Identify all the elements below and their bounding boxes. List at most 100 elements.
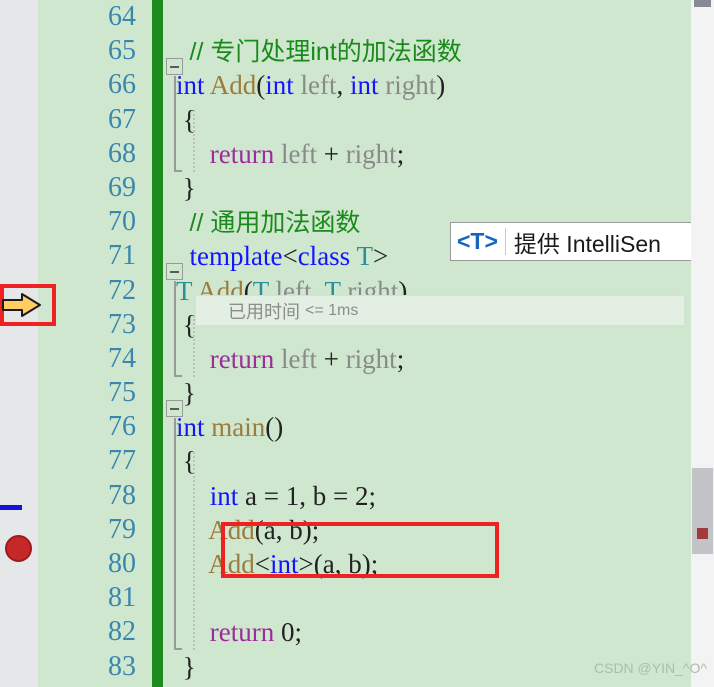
breakpoint-icon[interactable] (5, 535, 32, 562)
code-token: int (350, 70, 379, 101)
code-token: return (209, 138, 275, 169)
code-token: + (316, 343, 346, 374)
code-token: ; (396, 138, 405, 169)
code-token: int (176, 412, 205, 443)
code-token: int (265, 70, 294, 101)
code-line[interactable]: int Add(int left, int right) (176, 68, 696, 102)
vertical-scrollbar[interactable] (691, 0, 714, 687)
code-token: ; (396, 343, 405, 374)
watermark-text: CSDN @YIN_^O^ (594, 660, 707, 676)
line-number: 83 (108, 650, 136, 682)
code-token: right (345, 138, 397, 169)
intellisense-tooltip: <T> 提供 IntelliSen (450, 222, 714, 261)
line-number: 68 (108, 137, 136, 169)
line-number: 65 (108, 35, 136, 67)
code-line[interactable]: return 0; (176, 615, 696, 649)
code-token: } (176, 651, 196, 682)
code-token: left (280, 343, 317, 374)
code-token: // 通用加法函数 (189, 209, 361, 238)
line-number: 67 (108, 103, 136, 135)
code-token: > (372, 241, 389, 272)
code-token: right (345, 343, 397, 374)
code-line[interactable]: } (176, 171, 696, 205)
elapsed-time-hint: 已用时间 <= 1ms (196, 295, 684, 326)
line-number: 80 (108, 548, 136, 579)
code-token: return (209, 343, 275, 374)
code-token: ( (256, 70, 266, 101)
code-token: a = 1, b = 2; (238, 480, 376, 511)
code-token: template (189, 241, 283, 272)
code-token: < (282, 241, 298, 272)
code-token: ) (436, 70, 446, 101)
code-token: () (265, 412, 284, 443)
code-token: , (336, 70, 351, 101)
line-number: 79 (108, 513, 136, 545)
code-token: Add (209, 70, 257, 101)
line-number: 69 (108, 171, 136, 203)
code-token: right (385, 70, 437, 101)
line-number: 64 (108, 1, 136, 32)
code-token: int (209, 480, 239, 511)
code-token: T (356, 241, 373, 272)
code-token: } (176, 378, 196, 409)
code-line[interactable]: return left + right; (176, 342, 696, 376)
tooltip-type-parameter: <T> (457, 228, 506, 255)
code-line[interactable]: { (176, 444, 696, 478)
line-number: 75 (108, 377, 136, 409)
line-number-column: 64 65 66 67 68 69 70 71 72 73 74 75 76 77 78 79 80 81 82 83 (38, 0, 148, 687)
code-text-area[interactable]: // 专门处理int的加法函数 int Add(int left, int rig… (176, 0, 696, 687)
vs-code-editor-screenshot: 64 65 66 67 68 69 70 71 72 73 74 75 76 77 78 79 80 81 82 83… (0, 0, 714, 687)
code-token: left (280, 138, 317, 169)
elapsed-time-label: 已用时间 (228, 301, 300, 322)
elapsed-time-value: <= 1ms (305, 301, 359, 319)
line-number: 78 (108, 479, 136, 511)
tooltip-description: 提供 IntelliSen (513, 230, 661, 257)
scrollbar-caret-marker (0, 505, 22, 510)
line-number: 66 (108, 69, 136, 101)
code-line[interactable]: return left + right; (176, 137, 696, 171)
line-number: 76 (108, 411, 136, 443)
code-line[interactable] (176, 0, 696, 34)
scrollbar-thumb[interactable] (692, 468, 713, 554)
code-line[interactable] (176, 581, 696, 615)
code-line[interactable]: { (176, 103, 696, 137)
scrollbar-breakpoint-marker (697, 528, 708, 539)
code-token: main (211, 412, 266, 443)
code-token: int (176, 70, 205, 101)
scroll-up-arrow-icon[interactable] (694, 0, 711, 7)
code-line[interactable]: // 专门处理int的加法函数 (176, 34, 696, 68)
code-token: T (176, 275, 193, 306)
code-highlight-annotation-box (221, 522, 499, 578)
code-line[interactable]: } (176, 376, 696, 410)
code-token: } (176, 172, 196, 203)
code-token: { (176, 309, 196, 340)
code-line[interactable]: int a = 1, b = 2; (176, 479, 696, 513)
execution-pointer-arrow-icon[interactable] (2, 292, 42, 318)
line-number: 71 (108, 240, 136, 272)
debug-breakpoint-margin[interactable] (0, 0, 38, 687)
code-line[interactable]: int main() (176, 410, 696, 444)
line-number: 70 (108, 206, 136, 238)
code-token: { (176, 104, 196, 135)
code-token: { (176, 446, 196, 477)
code-token: + (316, 138, 346, 169)
code-token: 0; (274, 617, 302, 648)
change-tracking-bar (152, 0, 163, 687)
line-number: 81 (108, 582, 136, 614)
code-token: left (300, 70, 337, 101)
line-number: 77 (108, 445, 136, 477)
code-token: class (297, 241, 351, 272)
code-token: // 专门处理int的加法函数 (189, 38, 462, 67)
